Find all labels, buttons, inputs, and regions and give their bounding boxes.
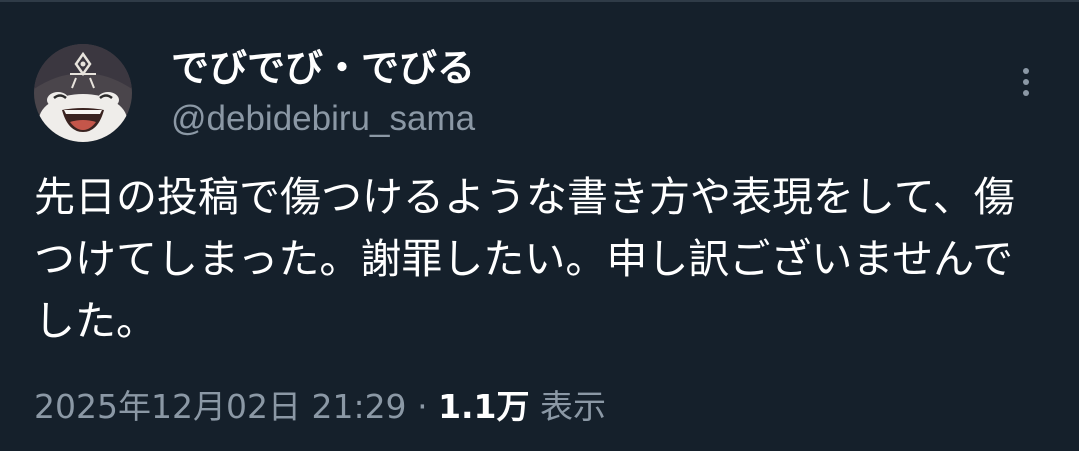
- views-count: 1.1万: [438, 387, 530, 426]
- tweet-meta: 2025年12月02日 21:29 · 1.1万 表示: [34, 384, 606, 430]
- avatar-image: [34, 44, 132, 142]
- user-handle[interactable]: @debidebiru_sama: [171, 96, 475, 142]
- tweet-text: 先日の投稿で傷つけるような書き方や表現をして、傷つけてしまった。謝罪したい。申し…: [34, 173, 1015, 345]
- more-options-button[interactable]: [1008, 60, 1044, 104]
- avatar[interactable]: [34, 44, 132, 142]
- top-divider: [0, 0, 1079, 2]
- display-name[interactable]: でびでび・でびる: [171, 42, 475, 94]
- views-label: 表示: [540, 387, 607, 426]
- meta-separator: ·: [417, 387, 428, 426]
- timestamp[interactable]: 2025年12月02日 21:29: [34, 387, 407, 426]
